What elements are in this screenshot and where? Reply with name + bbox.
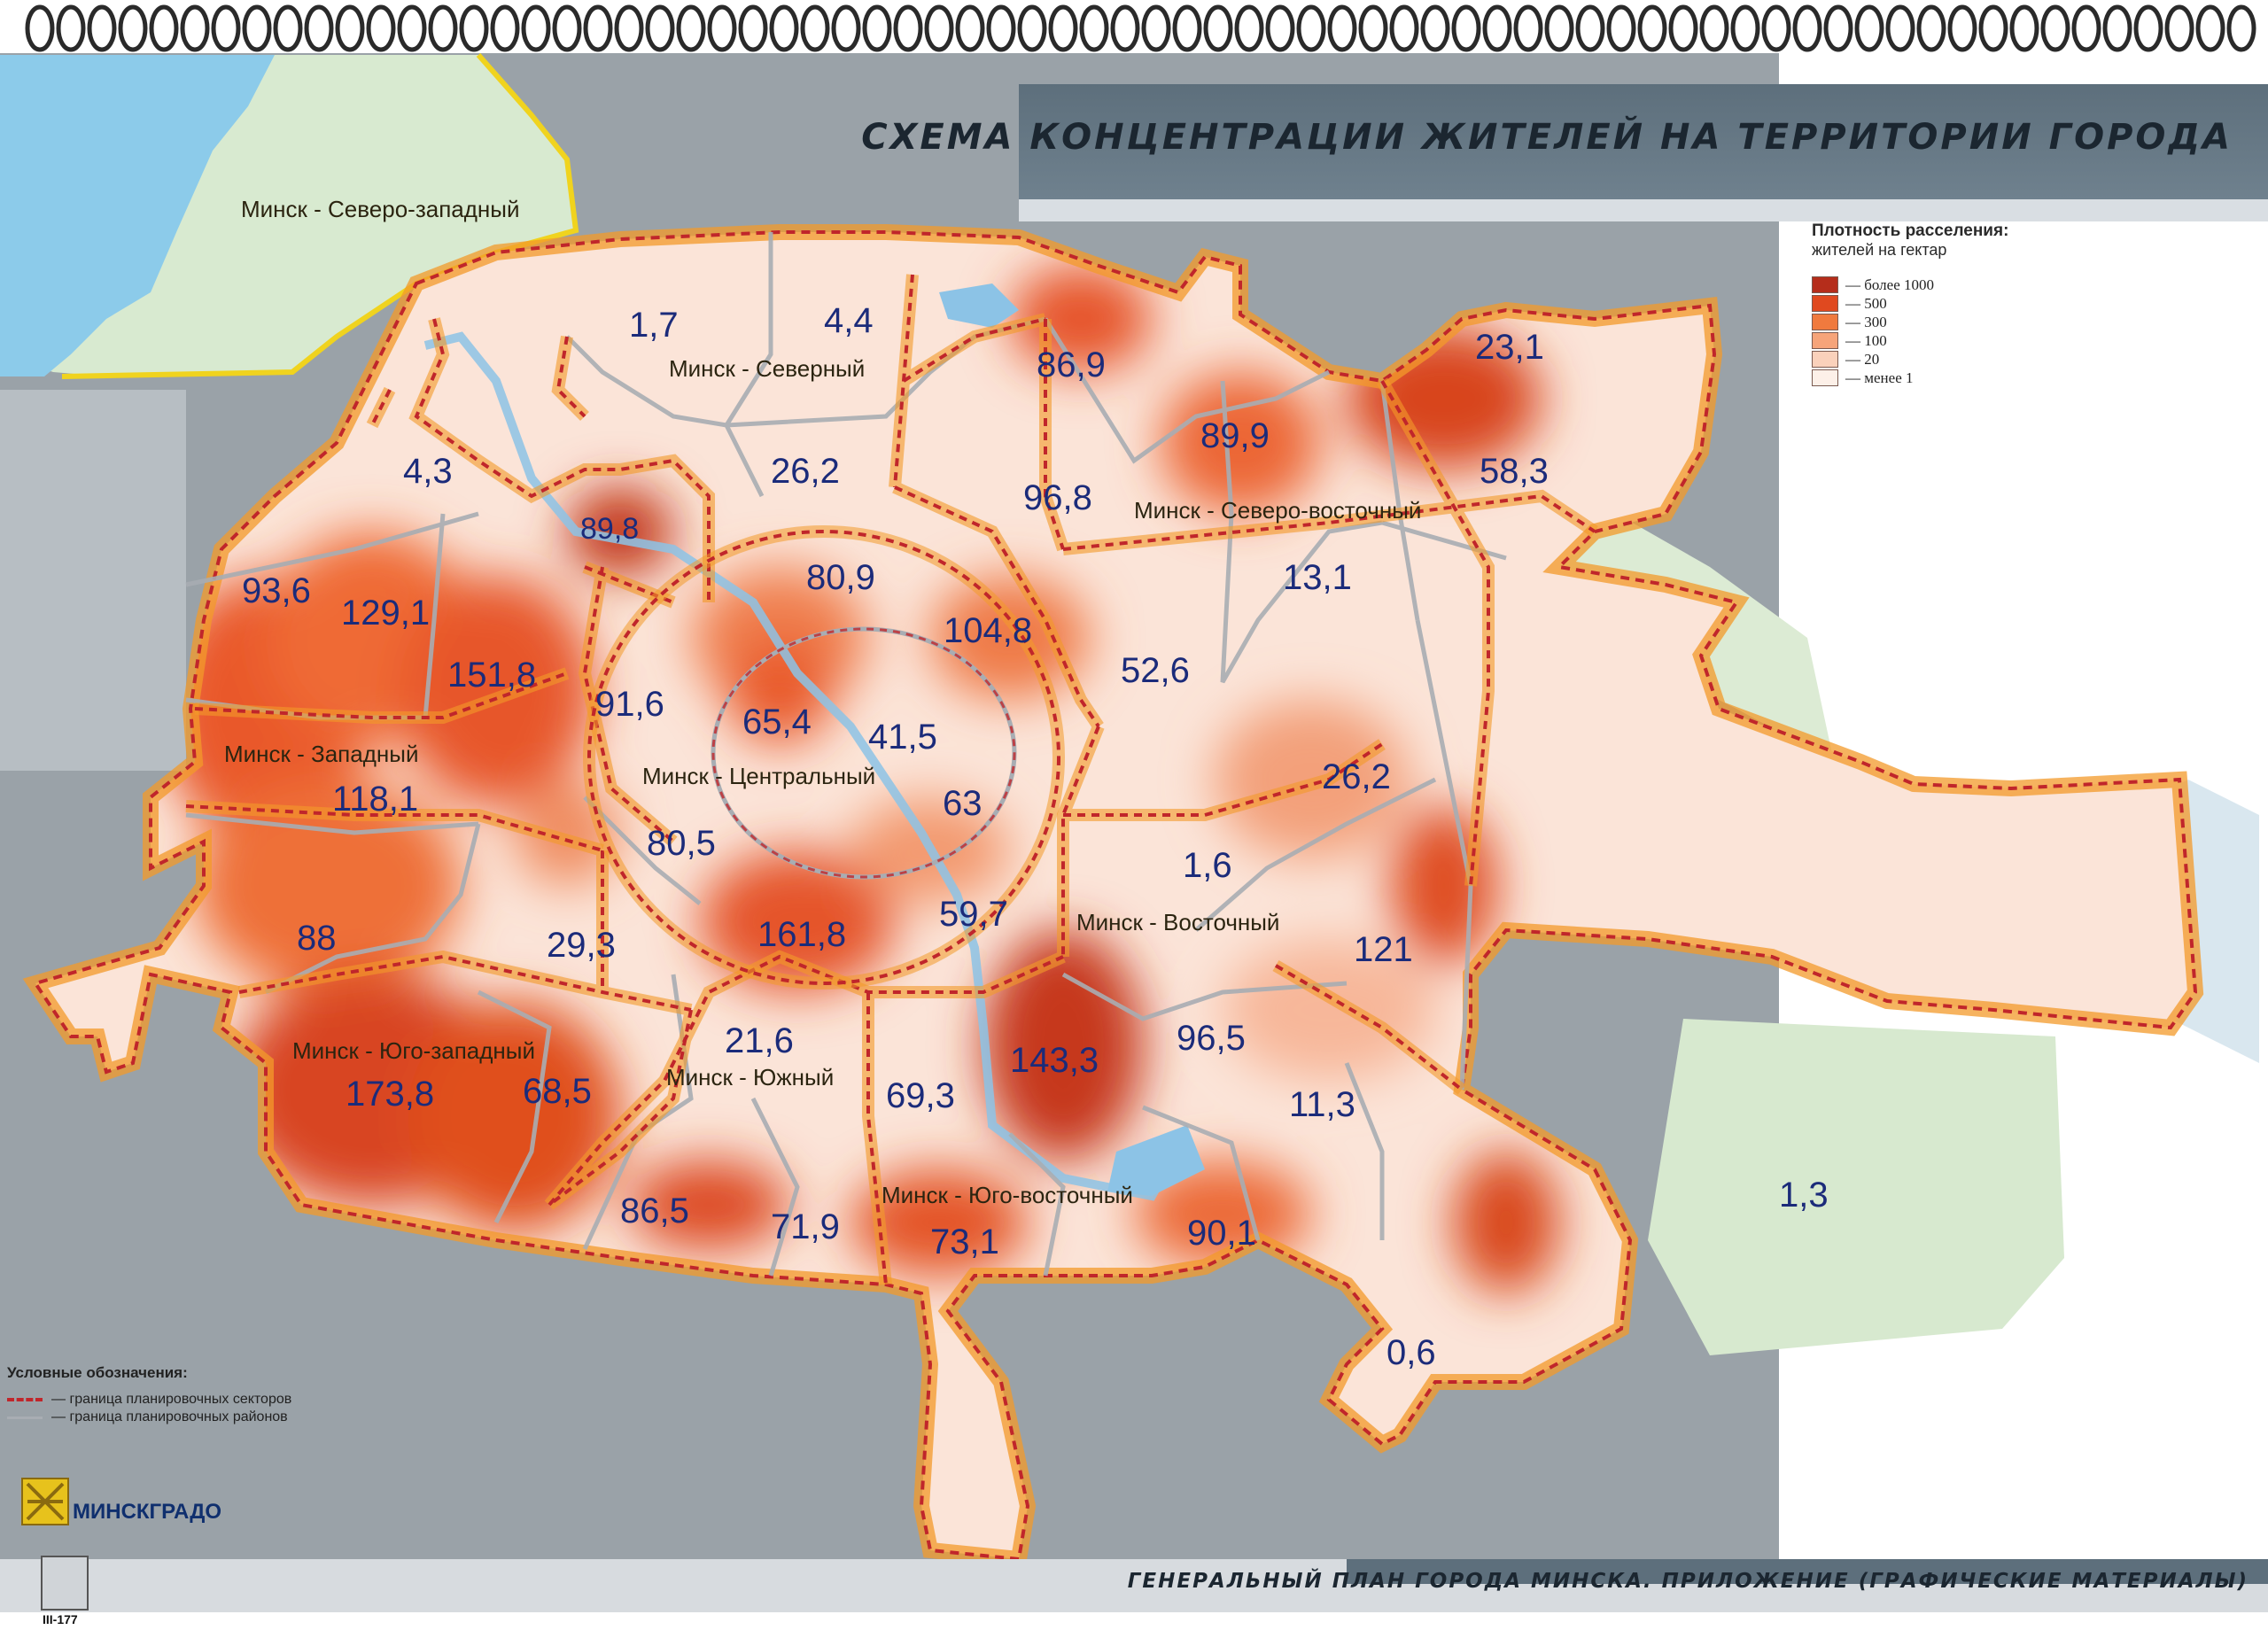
legend-label: — 100 bbox=[1845, 331, 1887, 349]
density-value: 129,1 bbox=[341, 594, 430, 633]
legend-swatch bbox=[1812, 276, 1838, 293]
density-value: 71,9 bbox=[771, 1207, 840, 1246]
density-value: 90,1 bbox=[1187, 1214, 1256, 1253]
density-value: 73,1 bbox=[930, 1222, 999, 1261]
density-value: 89,9 bbox=[1200, 416, 1270, 455]
minskgrado-logo-icon bbox=[21, 1478, 69, 1525]
density-value: 0,6 bbox=[1386, 1333, 1436, 1372]
notation-label: — граница планировочных секторов bbox=[51, 1392, 292, 1407]
sector-label-south: Минск - Южный bbox=[666, 1064, 834, 1091]
density-value: 143,3 bbox=[1010, 1041, 1099, 1080]
density-value: 121 bbox=[1354, 930, 1413, 969]
legend-swatch bbox=[1812, 295, 1838, 312]
density-value: 52,6 bbox=[1121, 651, 1190, 690]
organization-logo: МИНСКГРАДО bbox=[73, 1500, 222, 1524]
density-value: 4,3 bbox=[403, 452, 453, 491]
legend-label: — 20 bbox=[1845, 350, 1880, 368]
density-value: 21,6 bbox=[725, 1021, 794, 1060]
density-value: 1,6 bbox=[1183, 846, 1232, 885]
density-value: 68,5 bbox=[523, 1072, 592, 1111]
density-value: 80,5 bbox=[647, 824, 716, 863]
density-value: 1,3 bbox=[1779, 1176, 1829, 1215]
sector-label-west: Минск - Западный bbox=[224, 741, 418, 767]
sector-label-central: Минск - Центральный bbox=[642, 763, 875, 789]
density-value: 151,8 bbox=[447, 656, 536, 695]
notation-item: — граница планировочных секторов bbox=[7, 1391, 379, 1409]
legend-swatch bbox=[1812, 369, 1838, 386]
legend-subtitle: жителей на гектар bbox=[1812, 241, 1947, 259]
density-value: 80,9 bbox=[806, 558, 875, 597]
sector-label-northeast: Минск - Северо-восточный bbox=[1134, 497, 1421, 524]
sector-label-northwest: Минск - Северо-западный bbox=[241, 196, 519, 222]
density-value: 118,1 bbox=[332, 780, 418, 819]
density-value: 29,3 bbox=[547, 926, 616, 965]
west-greenery bbox=[0, 390, 186, 771]
density-value: 104,8 bbox=[944, 611, 1032, 650]
legend-swatch bbox=[1812, 314, 1838, 330]
density-value: 23,1 bbox=[1475, 328, 1544, 367]
density-value: 65,4 bbox=[742, 702, 812, 741]
sector-label-north: Минск - Северный bbox=[669, 355, 865, 382]
page-number: III-177 bbox=[43, 1612, 78, 1626]
density-value: 89,8 bbox=[580, 512, 639, 546]
density-value: 96,5 bbox=[1177, 1019, 1246, 1058]
density-value: 63 bbox=[943, 784, 983, 823]
density-value: 173,8 bbox=[346, 1075, 434, 1114]
notation-title: Условные обозначения: bbox=[7, 1364, 188, 1381]
density-legend: Плотность расселения: жителей на гектар … bbox=[1812, 221, 2078, 387]
density-value: 58,3 bbox=[1480, 452, 1549, 491]
legend-label: — менее 1 bbox=[1845, 369, 1914, 386]
density-value: 88 bbox=[297, 919, 337, 958]
legend-item: — менее 1 bbox=[1812, 369, 2078, 387]
density-value: 26,2 bbox=[771, 452, 840, 491]
legend-label: — более 1000 bbox=[1845, 276, 1934, 293]
sector-label-southwest: Минск - Юго-западный bbox=[292, 1037, 535, 1064]
southeast-greenery bbox=[1648, 1019, 2064, 1355]
density-value: 1,7 bbox=[629, 306, 679, 345]
legend-title: Плотность расселения: bbox=[1812, 221, 2009, 240]
legend-swatch bbox=[1812, 332, 1838, 349]
logo-mark bbox=[26, 1482, 65, 1521]
legend-swatch bbox=[1812, 351, 1838, 368]
density-value: 13,1 bbox=[1283, 558, 1352, 597]
density-value: 86,9 bbox=[1037, 345, 1106, 384]
legend-label: — 300 bbox=[1845, 313, 1887, 330]
legend-item: — 100 bbox=[1812, 331, 2078, 350]
district-boundary-symbol bbox=[7, 1416, 43, 1419]
density-value: 11,3 bbox=[1289, 1085, 1355, 1124]
density-value: 86,5 bbox=[620, 1191, 689, 1230]
density-value: 91,6 bbox=[595, 685, 664, 724]
density-value: 59,7 bbox=[939, 895, 1008, 934]
density-value: 69,3 bbox=[886, 1076, 955, 1115]
density-value: 41,5 bbox=[868, 718, 937, 757]
legend-item: — 300 bbox=[1812, 313, 2078, 331]
legend-item: — более 1000 bbox=[1812, 276, 2078, 294]
sector-label-southeast: Минск - Юго-восточный bbox=[882, 1182, 1133, 1208]
notation-item: — граница планировочных районов bbox=[7, 1409, 379, 1426]
notation-label: — граница планировочных районов bbox=[51, 1409, 288, 1424]
legend-item: — 500 bbox=[1812, 294, 2078, 313]
density-value: 96,8 bbox=[1023, 478, 1092, 517]
legend-item: — 20 bbox=[1812, 350, 2078, 369]
page-tab-icon bbox=[41, 1556, 89, 1611]
density-value: 26,2 bbox=[1322, 757, 1391, 796]
legend-label: — 500 bbox=[1845, 294, 1887, 312]
sector-label-east: Минск - Восточный bbox=[1076, 909, 1279, 935]
footer-title: ГЕНЕРАЛЬНЫЙ ПЛАН ГОРОДА МИНСКА. ПРИЛОЖЕН… bbox=[1127, 1570, 2249, 1593]
sector-boundary-symbol bbox=[7, 1398, 43, 1401]
density-value: 4,4 bbox=[824, 301, 874, 340]
map-notation: Условные обозначения: — граница планиров… bbox=[7, 1364, 379, 1426]
density-value: 161,8 bbox=[757, 915, 846, 954]
density-value: 93,6 bbox=[242, 571, 311, 610]
